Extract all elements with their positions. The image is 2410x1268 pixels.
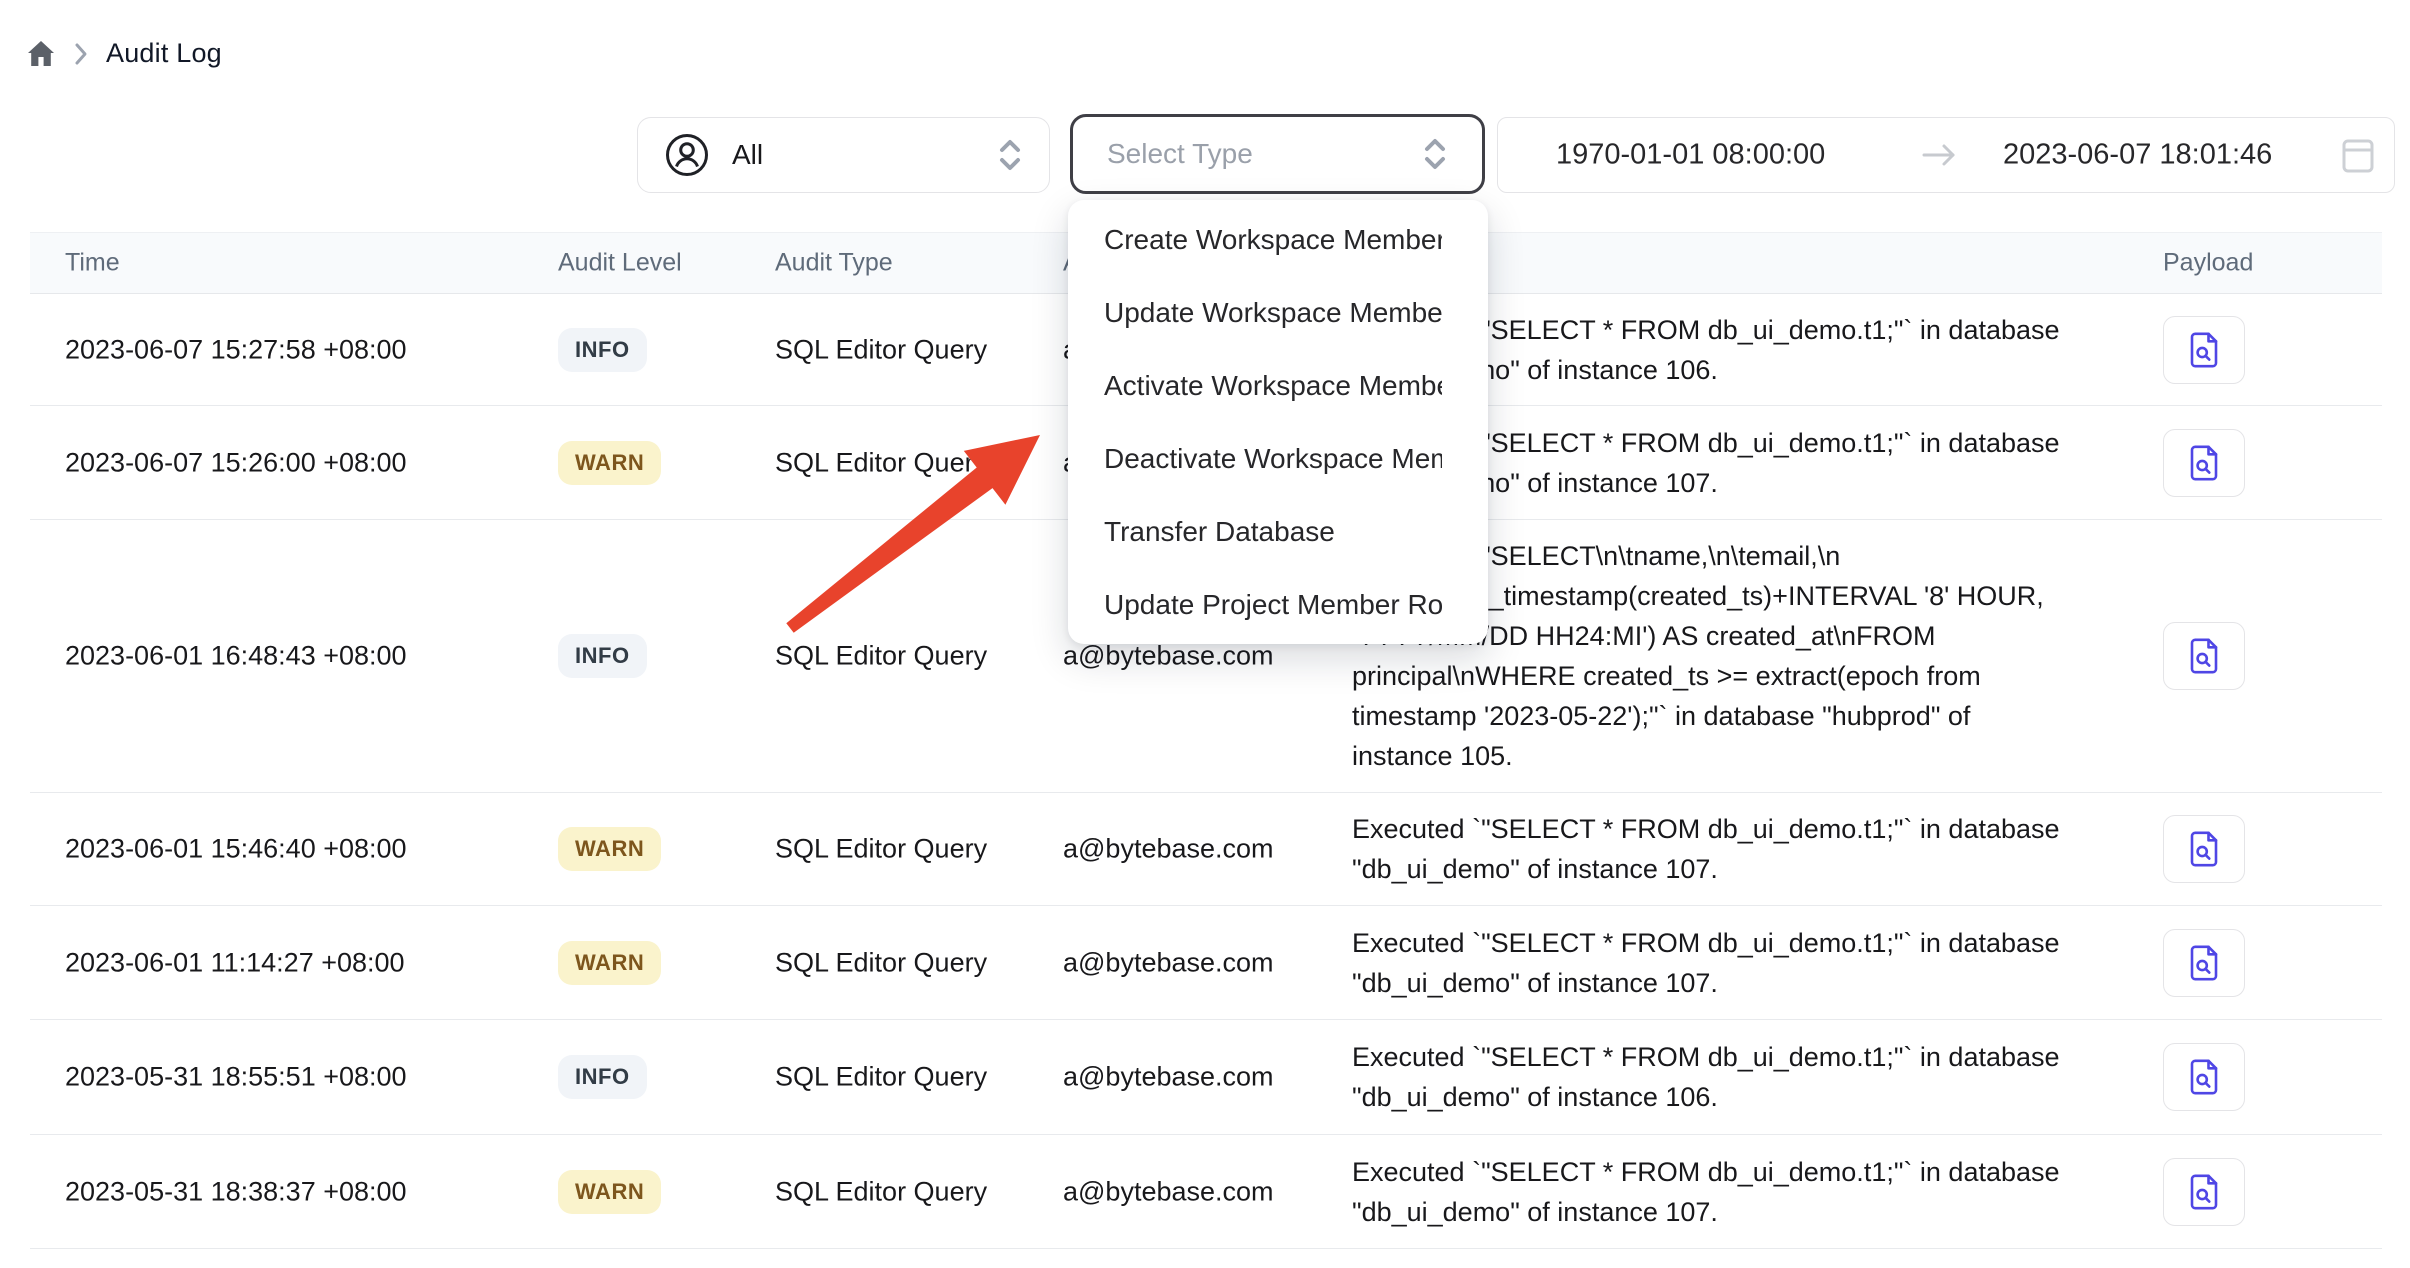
column-header-payload: Payload — [2163, 249, 2253, 278]
cell-time: 2023-06-07 15:27:58 +08:00 — [65, 334, 407, 365]
cell-audit-level: WARN — [558, 941, 661, 985]
audit-level-badge: INFO — [558, 634, 647, 678]
cell-audit-level: WARN — [558, 441, 661, 485]
audit-level-badge: INFO — [558, 328, 647, 372]
table-row: 2023-05-31 18:55:51 +08:00 INFO SQL Edit… — [30, 1020, 2382, 1135]
cell-audit-type: SQL Editor Query — [775, 447, 987, 478]
cell-audit-type: SQL Editor Query — [775, 641, 987, 672]
dropdown-option[interactable]: Deactivate Workspace Member — [1068, 422, 1488, 495]
dropdown-option[interactable]: Update Project Member Role — [1068, 568, 1488, 641]
file-search-icon — [2187, 1172, 2221, 1212]
view-payload-button[interactable] — [2163, 316, 2245, 384]
view-payload-button[interactable] — [2163, 929, 2245, 997]
cell-payload — [2163, 622, 2245, 690]
audit-level-badge: WARN — [558, 441, 661, 485]
cell-comment: Executed `"SELECT * FROM db_ui_demo.t1;"… — [1352, 1152, 2164, 1232]
date-range-end[interactable]: 2023-06-07 18:01:46 — [2003, 139, 2272, 172]
date-range-picker[interactable]: 1970-01-01 08:00:00 2023-06-07 18:01:46 — [1497, 117, 2395, 193]
cell-time: 2023-05-31 18:55:51 +08:00 — [65, 1062, 407, 1093]
table-row-partial — [30, 1249, 2382, 1267]
cell-audit-level: INFO — [558, 634, 647, 678]
file-search-icon — [2187, 330, 2221, 370]
dropdown-option[interactable]: Activate Workspace Member — [1068, 349, 1488, 422]
type-filter-dropdown-menu: Create Workspace MemberUpdate Workspace … — [1068, 200, 1488, 644]
column-header-audit-level: Audit Level — [558, 249, 682, 278]
view-payload-button[interactable] — [2163, 622, 2245, 690]
cell-audit-type: SQL Editor Query — [775, 834, 987, 865]
cell-time: 2023-05-31 18:38:37 +08:00 — [65, 1176, 407, 1207]
cell-payload — [2163, 1158, 2245, 1226]
file-search-icon — [2187, 636, 2221, 676]
file-search-icon — [2187, 443, 2221, 483]
type-filter-placeholder: Select Type — [1107, 138, 1253, 170]
cell-comment: Executed `"SELECT * FROM db_ui_demo.t1;"… — [1352, 1037, 2164, 1117]
audit-level-badge: INFO — [558, 1055, 647, 1099]
type-filter-select[interactable]: Select Type — [1070, 114, 1485, 194]
cell-payload — [2163, 1043, 2245, 1111]
cell-audit-type: SQL Editor Query — [775, 334, 987, 365]
audit-level-badge: WARN — [558, 941, 661, 985]
audit-level-badge: WARN — [558, 827, 661, 871]
cell-audit-level: INFO — [558, 1055, 647, 1099]
view-payload-button[interactable] — [2163, 429, 2245, 497]
cell-audit-type: SQL Editor Query — [775, 947, 987, 978]
cell-payload — [2163, 316, 2245, 384]
user-circle-icon — [664, 132, 710, 178]
cell-actor: a@bytebase.com — [1063, 1062, 1274, 1093]
breadcrumb-chevron-icon — [73, 41, 89, 67]
table-row: 2023-06-01 15:46:40 +08:00 WARN SQL Edit… — [30, 793, 2382, 906]
chevron-updown-icon — [997, 138, 1023, 172]
view-payload-button[interactable] — [2163, 1158, 2245, 1226]
cell-payload — [2163, 929, 2245, 997]
chevron-updown-icon — [1422, 137, 1448, 171]
table-row: 2023-06-01 11:14:27 +08:00 WARN SQL Edit… — [30, 906, 2382, 1020]
cell-payload — [2163, 429, 2245, 497]
audit-level-badge: WARN — [558, 1170, 661, 1214]
dropdown-option[interactable]: Transfer Database — [1068, 495, 1488, 568]
cell-audit-level: WARN — [558, 1170, 661, 1214]
cell-audit-level: INFO — [558, 328, 647, 372]
cell-actor: a@bytebase.com — [1063, 834, 1274, 865]
cell-audit-type: SQL Editor Query — [775, 1062, 987, 1093]
actor-filter-select[interactable]: All — [637, 117, 1050, 193]
cell-actor: a@bytebase.com — [1063, 641, 1274, 672]
date-range-start[interactable]: 1970-01-01 08:00:00 — [1556, 139, 1825, 172]
cell-time: 2023-06-01 15:46:40 +08:00 — [65, 834, 407, 865]
home-icon[interactable] — [26, 39, 56, 69]
cell-audit-type: SQL Editor Query — [775, 1176, 987, 1207]
dropdown-option[interactable]: Create Workspace Member — [1068, 203, 1488, 276]
breadcrumb: Audit Log — [26, 38, 222, 69]
view-payload-button[interactable] — [2163, 815, 2245, 883]
table-row: 2023-05-31 18:38:37 +08:00 WARN SQL Edit… — [30, 1135, 2382, 1249]
arrow-right-icon — [1920, 142, 1958, 168]
cell-time: 2023-06-07 15:26:00 +08:00 — [65, 447, 407, 478]
cell-payload — [2163, 815, 2245, 883]
calendar-icon — [2341, 136, 2375, 174]
cell-audit-level: WARN — [558, 827, 661, 871]
column-header-audit-type: Audit Type — [775, 249, 893, 278]
file-search-icon — [2187, 943, 2221, 983]
actor-filter-value: All — [732, 139, 763, 171]
dropdown-option[interactable]: Update Workspace Member — [1068, 276, 1488, 349]
cell-actor: a@bytebase.com — [1063, 947, 1274, 978]
cell-time: 2023-06-01 16:48:43 +08:00 — [65, 641, 407, 672]
cell-time: 2023-06-01 11:14:27 +08:00 — [65, 947, 405, 978]
page-title: Audit Log — [106, 38, 222, 69]
file-search-icon — [2187, 1057, 2221, 1097]
cell-comment: Executed `"SELECT * FROM db_ui_demo.t1;"… — [1352, 923, 2164, 1003]
column-header-time: Time — [65, 249, 120, 278]
cell-actor: a@bytebase.com — [1063, 1176, 1274, 1207]
file-search-icon — [2187, 829, 2221, 869]
cell-comment: Executed `"SELECT * FROM db_ui_demo.t1;"… — [1352, 809, 2164, 889]
view-payload-button[interactable] — [2163, 1043, 2245, 1111]
